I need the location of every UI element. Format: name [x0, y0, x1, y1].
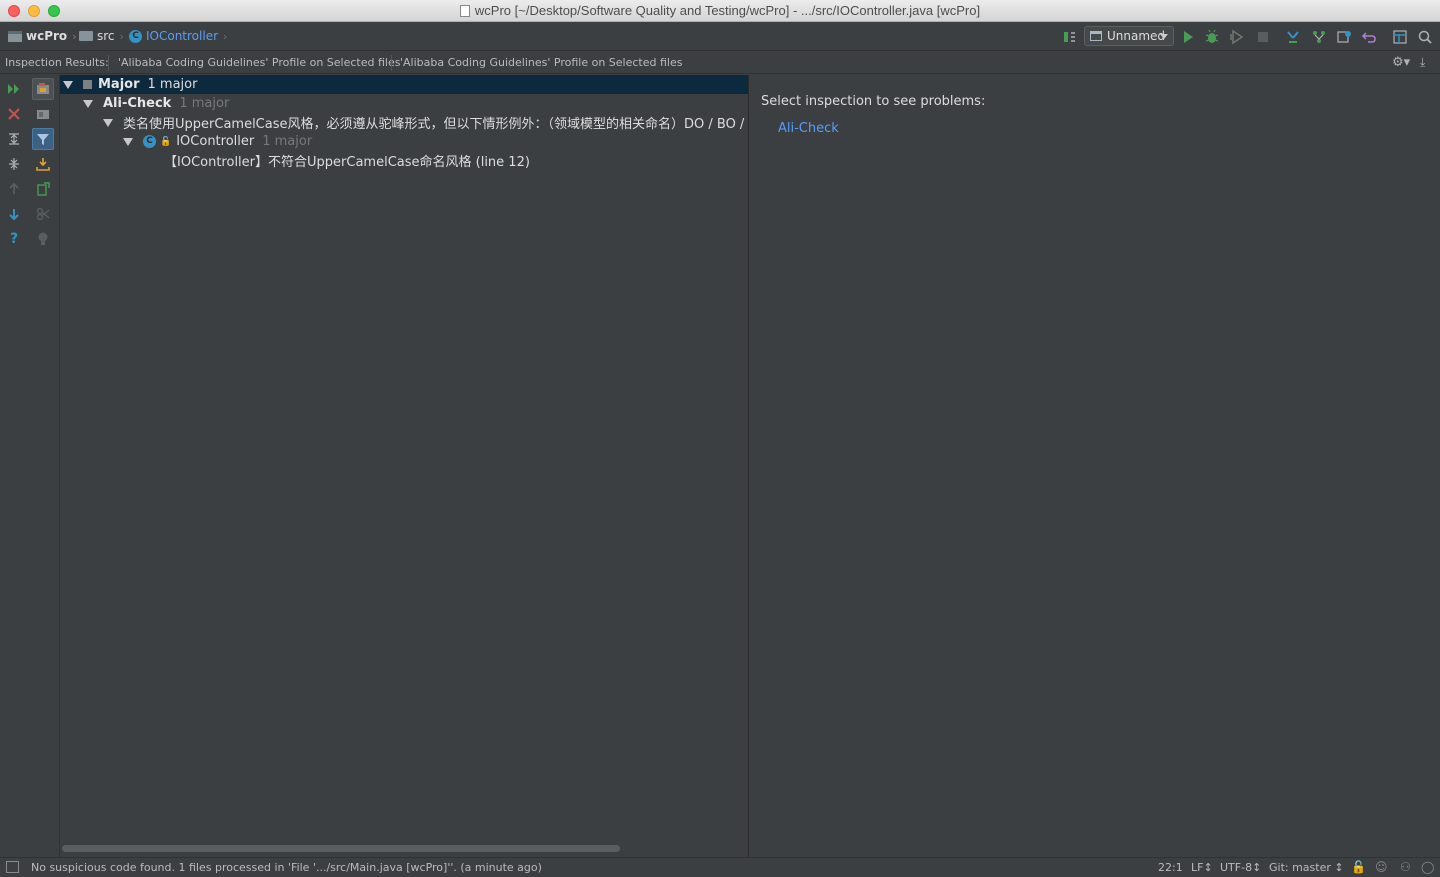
vcs-history-icon[interactable] [1334, 27, 1354, 47]
gear-icon[interactable]: ⚙▾ [1392, 55, 1410, 70]
breadcrumb-src-label: src [97, 29, 115, 43]
expand-all-icon[interactable] [3, 128, 25, 150]
inspection-link-ali-check[interactable]: Ali-Check [778, 121, 839, 136]
previous-problem-icon[interactable] [3, 178, 25, 200]
details-title: Select inspection to see problems: [761, 94, 986, 109]
tree-row-problem[interactable]: 【IOController】不符合UpperCamelCase命名风格 (lin… [60, 151, 748, 170]
inspection-results-header: Inspection Results: 'Alibaba Coding Guid… [0, 52, 1440, 74]
build-icon[interactable] [1060, 27, 1080, 47]
breadcrumb-src[interactable]: src › [79, 29, 124, 43]
severity-label: Major [98, 77, 140, 92]
caret-position[interactable]: 22:1 [1158, 861, 1183, 874]
inspection-results-tree: Major 1 major Ali-Check 1 major 类名使用Uppe… [60, 75, 748, 857]
file-count: 1 major [262, 134, 313, 149]
tab-divider [108, 55, 109, 71]
debug-icon[interactable] [1202, 27, 1222, 47]
hide-panel-icon[interactable]: ⤓ [1420, 55, 1425, 70]
group-count: 1 major [179, 96, 230, 111]
vcs-commit-icon[interactable] [1309, 27, 1329, 47]
status-message: No suspicious code found. 1 files proces… [31, 861, 542, 874]
line-separator-selector[interactable]: LF↕ [1191, 861, 1213, 874]
inspection-results-label: Inspection Results: [5, 56, 109, 69]
collapse-all-icon[interactable] [3, 153, 25, 175]
chevron-down-icon [1160, 34, 1168, 39]
status-bar: No suspicious code found. 1 files proces… [0, 857, 1440, 877]
tree-row-rule[interactable]: 类名使用UpperCamelCase风格，必须遵从驼峰形式，但以下情形例外：（领… [60, 113, 748, 132]
file-label: IOController [176, 134, 255, 149]
close-icon[interactable] [3, 103, 25, 125]
severity-count: 1 major [147, 77, 198, 92]
encoding-selector[interactable]: UTF-8↕ [1220, 861, 1261, 874]
run-icon[interactable] [1178, 27, 1198, 47]
tab-inspection-profile-1[interactable]: 'Alibaba Coding Guidelines' Profile on S… [118, 56, 400, 69]
tab-inspection-profile-2[interactable]: 'Alibaba Coding Guidelines' Profile on S… [400, 56, 682, 69]
expand-arrow-icon[interactable] [123, 137, 133, 146]
breadcrumb-separator-icon: › [223, 29, 228, 43]
filter-icon[interactable] [32, 128, 54, 150]
quick-fix-bulb-icon[interactable] [32, 228, 54, 250]
group-by-directory-icon[interactable] [32, 103, 54, 125]
search-icon[interactable] [1415, 27, 1435, 47]
revert-icon[interactable] [1359, 27, 1379, 47]
class-icon: C [143, 135, 156, 148]
horizontal-scrollbar[interactable] [62, 845, 620, 852]
group-by-severity-icon[interactable] [32, 78, 54, 100]
event-log-icon[interactable]: ◯ [1421, 860, 1434, 874]
vcs-update-icon[interactable] [1283, 27, 1303, 47]
project-structure-icon[interactable] [1390, 27, 1410, 47]
breadcrumb-project[interactable]: wcPro › [8, 29, 77, 43]
git-branch-selector[interactable]: Git: master ↕ [1269, 861, 1344, 874]
window-title-text: wcPro [~/Desktop/Software Quality and Te… [474, 3, 981, 18]
run-configuration-dropdown[interactable]: Unnamed [1084, 26, 1174, 46]
expand-arrow-icon[interactable] [83, 99, 93, 108]
tree-row-severity[interactable]: Major 1 major [60, 75, 748, 94]
tool-window-toggle-icon[interactable] [6, 861, 19, 873]
expand-arrow-icon[interactable] [103, 118, 113, 127]
hector-inspector-icon[interactable]: ☺ [1375, 860, 1388, 874]
export-icon[interactable] [32, 153, 54, 175]
memory-indicator-icon[interactable]: ⚇ [1400, 860, 1411, 874]
project-folder-icon [8, 30, 22, 42]
run-config-label: Unnamed [1107, 29, 1166, 43]
breadcrumb-project-label: wcPro [26, 29, 68, 43]
run-with-coverage-icon[interactable] [1227, 27, 1247, 47]
document-icon [459, 5, 470, 17]
access-modifier-icon: 🔓 [160, 136, 172, 147]
folder-icon [79, 31, 93, 41]
class-icon: C [129, 29, 142, 43]
expand-arrow-icon[interactable] [63, 80, 73, 89]
next-problem-icon[interactable] [3, 203, 25, 225]
tree-row-file[interactable]: C 🔓 IOController 1 major [60, 132, 748, 151]
window-title: wcPro [~/Desktop/Software Quality and Te… [0, 3, 1440, 18]
help-icon[interactable]: ? [3, 228, 25, 250]
severity-major-icon [83, 80, 92, 89]
navigation-bar: wcPro › src › C IOController › Unnamed [0, 23, 1440, 51]
edit-settings-icon[interactable] [32, 178, 54, 200]
group-label: Ali-Check [103, 96, 172, 111]
tree-row-group[interactable]: Ali-Check 1 major [60, 94, 748, 113]
window-titlebar: wcPro [~/Desktop/Software Quality and Te… [0, 0, 1440, 22]
inspection-toolbar: ? [0, 75, 60, 857]
lock-icon[interactable]: 🔓 [1351, 860, 1366, 874]
stop-icon[interactable] [1253, 27, 1273, 47]
breadcrumb-file-label: IOController [146, 29, 219, 43]
suppress-icon[interactable] [32, 203, 54, 225]
tab-divider [391, 55, 392, 71]
rerun-inspection-icon[interactable] [3, 78, 25, 100]
run-config-icon [1090, 31, 1102, 41]
rule-label: 类名使用UpperCamelCase风格，必须遵从驼峰形式，但以下情形例外：（领… [123, 117, 748, 132]
breadcrumb-separator-icon: › [72, 29, 77, 43]
problem-details-panel: Select inspection to see problems: Ali-C… [749, 75, 1440, 857]
breadcrumb-file[interactable]: C IOController › [129, 29, 227, 43]
problem-label: 【IOController】不符合UpperCamelCase命名风格 (lin… [164, 155, 530, 170]
breadcrumb-separator-icon: › [119, 29, 124, 43]
